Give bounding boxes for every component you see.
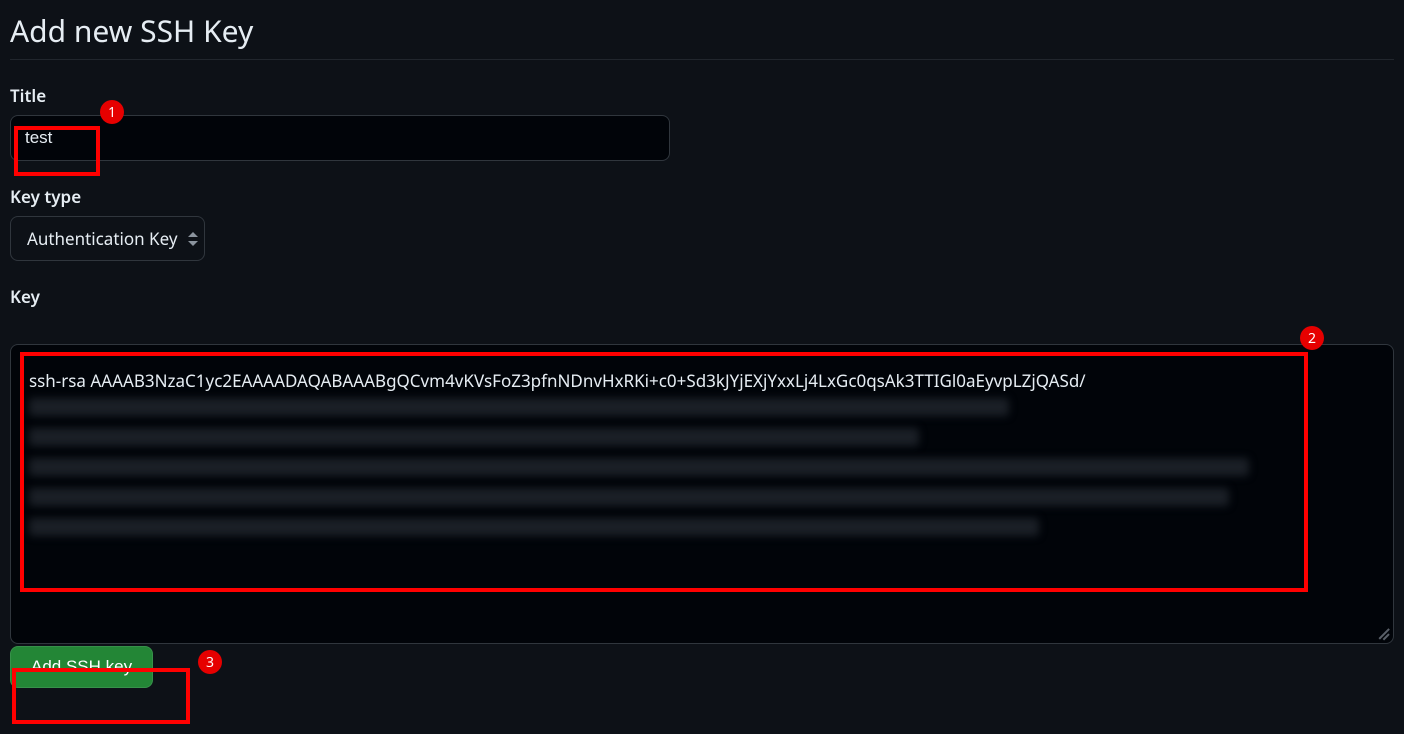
blurred-key-line	[29, 458, 1249, 476]
key-type-select[interactable]: Authentication Key	[10, 216, 205, 261]
title-label: Title	[10, 84, 1394, 107]
add-ssh-key-button[interactable]: Add SSH key	[10, 646, 153, 688]
blurred-key-line	[29, 488, 1229, 506]
key-label: Key	[10, 285, 1394, 308]
key-textarea[interactable]: ssh-rsa AAAAB3NzaC1yc2EAAAADAQABAAABgQCv…	[10, 344, 1394, 644]
annotation-badge-1: 1	[100, 100, 124, 124]
key-type-selected: Authentication Key	[27, 227, 178, 250]
blurred-key-line	[29, 428, 919, 446]
title-group: Title	[10, 84, 1394, 161]
key-type-group: Key type Authentication Key	[10, 185, 1394, 261]
annotation-badge-3: 3	[198, 650, 222, 674]
blurred-key-line	[29, 398, 1009, 416]
annotation-badge-2: 2	[1300, 326, 1324, 350]
key-value-text: ssh-rsa AAAAB3NzaC1yc2EAAAADAQABAAABgQCv…	[29, 369, 1375, 392]
page-heading: Add new SSH Key	[10, 10, 1394, 60]
key-type-label: Key type	[10, 185, 1394, 208]
blurred-key-line	[29, 518, 1039, 536]
resize-handle-icon[interactable]	[1375, 625, 1389, 639]
key-group: Key ssh-rsa AAAAB3NzaC1yc2EAAAADAQABAAAB…	[10, 285, 1394, 308]
